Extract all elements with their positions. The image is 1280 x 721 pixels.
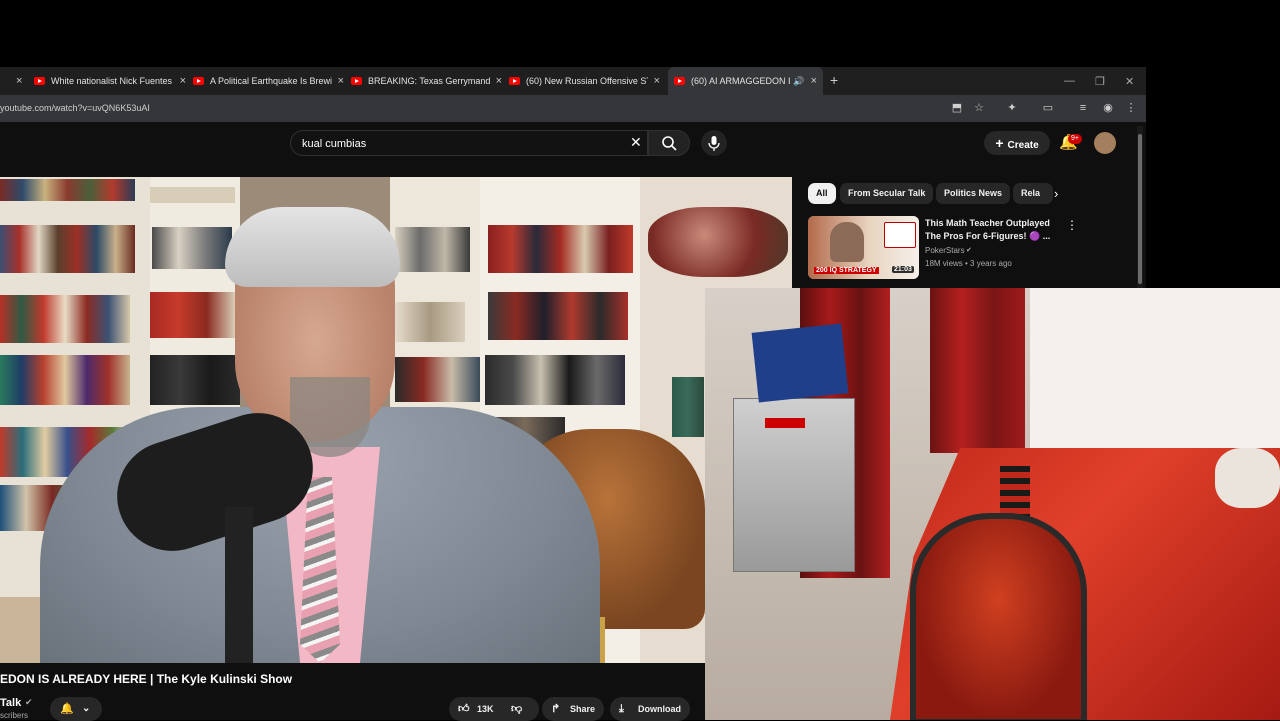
share-icon: ↱ [551, 703, 561, 715]
avatar[interactable] [1094, 132, 1116, 154]
new-tab-icon[interactable]: + [830, 72, 838, 88]
minimize-icon[interactable]: — [1064, 67, 1075, 95]
video-player[interactable] [0, 177, 792, 663]
window-close-icon[interactable]: ✕ [1125, 67, 1134, 95]
video-duration: 21:03 [892, 266, 914, 273]
tab-close-icon[interactable]: × [338, 75, 344, 87]
search-button[interactable] [648, 130, 690, 156]
browser-tab-2[interactable]: A Political Earthquake Is Brewin × [193, 67, 344, 95]
url-text[interactable]: youtube.com/watch?v=uvQN6K53uAI [0, 103, 150, 113]
recommended-channel[interactable]: PokerStars [925, 246, 965, 255]
verified-check-icon: ✔ [966, 247, 972, 254]
download-icon: ⤓ [619, 703, 624, 715]
chip-all[interactable]: All [808, 183, 836, 204]
bell-icon: 🔔 [60, 703, 74, 715]
browser-tab-3[interactable]: BREAKING: Texas Gerrymander × [351, 67, 502, 95]
sidepanel-icon[interactable]: ▭ [1041, 101, 1055, 115]
more-actions-icon[interactable]: ⋮ [1066, 218, 1078, 232]
clear-search-icon[interactable]: ✕ [630, 134, 642, 151]
youtube-favicon-icon [674, 77, 685, 85]
extensions-icon[interactable]: ✦ [1005, 101, 1019, 115]
tab-close-icon[interactable]: × [654, 75, 660, 87]
bookmark-star-icon[interactable]: ☆ [972, 101, 986, 115]
browser-menu-icon[interactable]: ⋮ [1124, 101, 1138, 115]
tab-title: A Political Earthquake Is Brewin [210, 76, 332, 86]
like-dislike-group: 👍︎ 13K 👎︎ [449, 697, 539, 721]
recommended-thumbnail[interactable]: 200 IQ STRATEGY 21:03 [808, 216, 919, 279]
webcam-overlay [705, 288, 1280, 720]
speaker-icon[interactable]: 🔊 [793, 76, 804, 87]
search-input[interactable]: kual cumbias [290, 130, 648, 156]
tab-title: White nationalist Nick Fuentes [51, 76, 173, 86]
tab-title: (60) New Russian Offensive STE [526, 76, 648, 86]
share-label: Share [570, 704, 596, 714]
youtube-favicon-icon [509, 77, 520, 85]
tab-close-icon[interactable]: × [180, 75, 186, 87]
tab-title: (60) AI ARMAGGEDON IS A [691, 76, 791, 86]
media-control-icon[interactable]: ≡ [1076, 101, 1090, 115]
browser-tab-1[interactable]: White nationalist Nick Fuentes × [34, 67, 186, 95]
voice-search-button[interactable] [701, 130, 727, 156]
install-app-icon[interactable]: ⬒ [950, 101, 964, 115]
channel-name[interactable]: Talk [0, 697, 21, 709]
tab-close-icon[interactable]: × [496, 75, 502, 87]
download-button[interactable]: ⤓ Download [610, 697, 690, 721]
share-button[interactable]: ↱ Share [542, 697, 604, 721]
subscribed-button[interactable]: 🔔 ⌄ [50, 697, 102, 721]
tab-close-icon[interactable]: × [16, 75, 22, 87]
create-label: Create [1007, 140, 1039, 151]
recommended-meta: 18M views • 3 years ago [925, 259, 1012, 268]
chip-related[interactable]: Rela [1013, 183, 1053, 204]
chevron-right-icon[interactable]: › [1054, 186, 1058, 201]
subscriber-count: scribers [0, 711, 29, 720]
chevron-down-icon: ⌄ [82, 703, 91, 714]
youtube-favicon-icon [351, 77, 362, 85]
restore-icon[interactable]: ❐ [1095, 67, 1105, 95]
youtube-favicon-icon [193, 77, 204, 85]
notification-badge: 9+ [1068, 134, 1082, 144]
video-title: EDON IS ALREADY HERE | The Kyle Kulinski… [0, 672, 293, 686]
microphone-icon [708, 136, 720, 151]
tab-title: BREAKING: Texas Gerrymander [368, 76, 490, 86]
chip-from-secular-talk[interactable]: From Secular Talk [840, 183, 934, 204]
tab-strip: × White nationalist Nick Fuentes × A Pol… [0, 67, 1146, 95]
download-label: Download [638, 704, 681, 714]
tab-close-icon[interactable]: × [811, 75, 817, 87]
youtube-favicon-icon [34, 77, 45, 85]
browser-tab-4[interactable]: (60) New Russian Offensive STE × [509, 67, 660, 95]
browser-tab-active[interactable]: (60) AI ARMAGGEDON IS A 🔊 × [668, 67, 823, 95]
recommended-title[interactable]: This Math Teacher Outplayed The Pros For… [925, 217, 1055, 243]
profile-icon[interactable]: ◉ [1101, 101, 1115, 115]
search-icon [662, 136, 677, 151]
like-button[interactable]: 👍︎ [458, 697, 470, 721]
chip-politics-news[interactable]: Politics News [936, 183, 1011, 204]
plus-icon: + [995, 135, 1004, 151]
create-button[interactable]: + Create [984, 131, 1050, 155]
verified-check-icon: ✔ [25, 697, 33, 707]
scrollbar[interactable] [1137, 126, 1143, 288]
dislike-button[interactable]: 👎︎ [511, 697, 522, 721]
thumbnail-text: 200 IQ STRATEGY [814, 267, 879, 274]
like-count: 13K [477, 704, 494, 714]
